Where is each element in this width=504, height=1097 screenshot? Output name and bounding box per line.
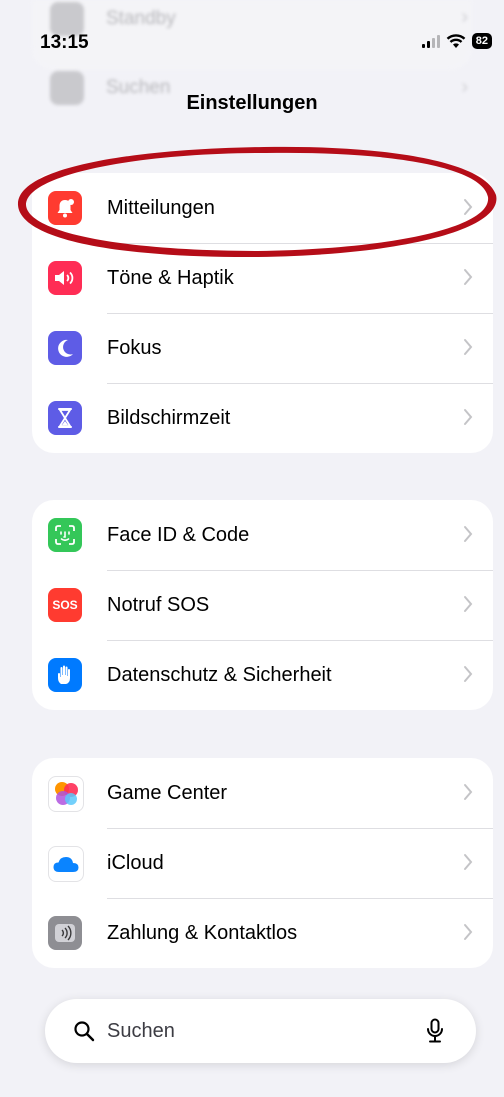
search-icon xyxy=(74,1021,95,1042)
chevron-right-icon xyxy=(464,924,473,940)
chevron-right-icon xyxy=(464,854,473,870)
row-label: iCloud xyxy=(107,851,164,874)
settings-row-zahlung[interactable]: Zahlung & Kontaktlos xyxy=(32,898,493,968)
game-center-icon xyxy=(48,776,84,812)
row-label: Töne & Haptik xyxy=(107,266,234,289)
settings-group-2: Face ID & Code SOS Notruf SOS Datenschut… xyxy=(32,500,493,710)
settings-row-mitteilungen[interactable]: Mitteilungen xyxy=(32,173,493,243)
row-label: Notruf SOS xyxy=(107,593,210,616)
row-label: Face ID & Code xyxy=(107,523,250,546)
battery-indicator: 82 xyxy=(471,33,492,49)
settings-row-datenschutz[interactable]: Datenschutz & Sicherheit xyxy=(32,640,493,710)
settings-row-face-id[interactable]: Face ID & Code xyxy=(32,500,493,570)
search-bar[interactable]: Suchen xyxy=(45,999,476,1063)
row-label: Datenschutz & Sicherheit xyxy=(107,663,332,686)
chevron-right-icon xyxy=(464,199,473,215)
hand-icon xyxy=(48,658,82,692)
status-icons: 82 xyxy=(421,33,492,49)
ghost-row-standby: Standby xyxy=(50,2,176,36)
chevron-right-icon xyxy=(464,526,473,542)
chevron-right-icon xyxy=(464,339,473,355)
row-label: Zahlung & Kontaktlos xyxy=(107,921,298,944)
chevron-right-icon xyxy=(464,666,473,682)
row-label: Fokus xyxy=(107,336,162,359)
settings-row-toene-haptik[interactable]: Töne & Haptik xyxy=(32,243,493,313)
chevron-right-icon xyxy=(464,409,473,425)
settings-row-icloud[interactable]: iCloud xyxy=(32,828,493,898)
settings-row-bildschirmzeit[interactable]: Bildschirmzeit xyxy=(32,383,493,453)
hourglass-icon xyxy=(48,401,82,435)
settings-group-1: Mitteilungen Töne & Haptik Fokus Bildsch… xyxy=(32,173,493,453)
settings-row-notruf-sos[interactable]: SOS Notruf SOS xyxy=(32,570,493,640)
row-label: Bildschirmzeit xyxy=(107,406,231,429)
sos-icon: SOS xyxy=(48,588,82,622)
ghost-chevron-icon: › xyxy=(461,6,468,28)
chevron-right-icon xyxy=(464,596,473,612)
search-placeholder: Suchen xyxy=(107,1019,175,1042)
status-time: 13:15 xyxy=(40,32,89,53)
microphone-icon[interactable] xyxy=(426,1018,444,1044)
moon-icon xyxy=(48,331,82,365)
page-title: Einstellungen xyxy=(186,92,318,114)
speaker-icon xyxy=(48,261,82,295)
contactless-icon xyxy=(48,916,82,950)
row-label: Game Center xyxy=(107,781,228,804)
row-label: Mitteilungen xyxy=(107,196,215,219)
settings-row-game-center[interactable]: Game Center xyxy=(32,758,493,828)
chevron-right-icon xyxy=(464,784,473,800)
bell-icon xyxy=(48,191,82,225)
chevron-right-icon xyxy=(464,269,473,285)
cloud-icon xyxy=(48,846,84,882)
cellular-signal-icon xyxy=(421,34,440,48)
settings-group-3: Game Center iCloud Zahlung & Kontaktlos xyxy=(32,758,493,968)
wifi-icon xyxy=(446,33,466,48)
face-id-icon xyxy=(48,518,82,552)
settings-row-fokus[interactable]: Fokus xyxy=(32,313,493,383)
